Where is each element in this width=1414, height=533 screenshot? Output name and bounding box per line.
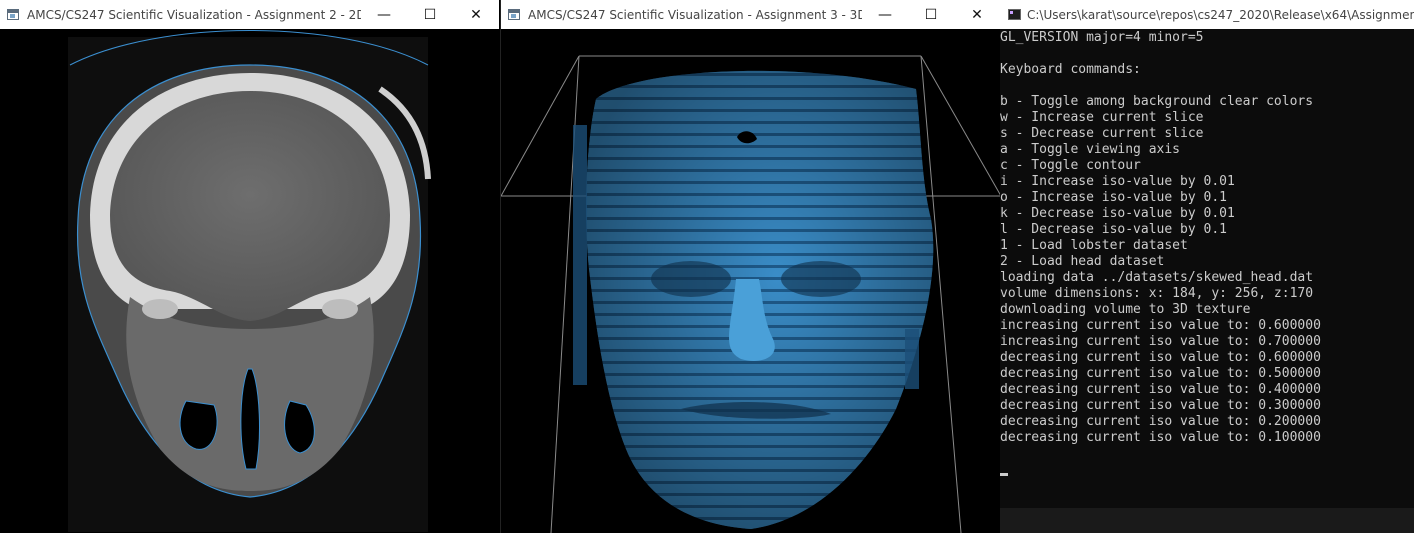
console-line: decreasing current iso value to: 0.50000… (1000, 366, 1321, 381)
console-output[interactable]: GL_VERSION major=4 minor=5 Keyboard comma… (1000, 29, 1414, 533)
console-line: o - Increase iso-value by 0.1 (1000, 190, 1227, 205)
console-line: b - Toggle among background clear colors (1000, 94, 1314, 109)
volume-viewport[interactable] (501, 29, 1000, 533)
close-button[interactable]: ✕ (954, 0, 1000, 29)
console-line: downloading volume to 3D texture (1000, 302, 1251, 317)
console-line: increasing current iso value to: 0.70000… (1000, 334, 1321, 349)
titlebar-2d[interactable]: AMCS/CS247 Scientific Visualization - As… (0, 0, 499, 29)
minimize-button[interactable]: — (361, 0, 407, 29)
minimize-button[interactable]: — (862, 0, 908, 29)
console-line: decreasing current iso value to: 0.20000… (1000, 414, 1321, 429)
console-line: i - Increase iso-value by 0.01 (1000, 174, 1235, 189)
console-line: a - Toggle viewing axis (1000, 142, 1181, 157)
window-title-3d: AMCS/CS247 Scientific Visualization - As… (528, 7, 862, 22)
console-line: decreasing current iso value to: 0.60000… (1000, 350, 1321, 365)
text-cursor (1000, 473, 1008, 476)
console-line: Keyboard commands: (1000, 62, 1141, 77)
console-line: 1 - Load lobster dataset (1000, 238, 1188, 253)
titlebar-3d[interactable]: AMCS/CS247 Scientific Visualization - As… (501, 0, 1000, 29)
console-bottom-bar (1000, 508, 1414, 533)
console-cursor-line (1000, 462, 1414, 478)
maximize-button[interactable]: ☐ (908, 0, 954, 29)
titlebar-console[interactable]: C:\Users\karat\source\repos\cs247_2020\R… (1000, 0, 1414, 29)
console-line: w - Increase current slice (1000, 110, 1204, 125)
console-line: k - Decrease iso-value by 0.01 (1000, 206, 1235, 221)
iso-surface-render (501, 55, 1000, 533)
console-line: 2 - Load head dataset (1000, 254, 1165, 269)
console-line: volume dimensions: x: 184, y: 256, z:170 (1000, 286, 1314, 301)
console-line: l - Decrease iso-value by 0.1 (1000, 222, 1227, 237)
console-line: decreasing current iso value to: 0.10000… (1000, 430, 1321, 445)
console-icon (1008, 9, 1021, 20)
app-icon (508, 9, 520, 20)
console-line: loading data ../datasets/skewed_head.dat (1000, 270, 1314, 285)
slice-viewport[interactable] (0, 29, 499, 533)
close-button[interactable]: ✕ (453, 0, 499, 29)
console-line: increasing current iso value to: 0.60000… (1000, 318, 1321, 333)
maximize-button[interactable]: ☐ (407, 0, 453, 29)
console-title: C:\Users\karat\source\repos\cs247_2020\R… (1027, 7, 1414, 22)
window-3d: AMCS/CS247 Scientific Visualization - As… (500, 0, 1000, 533)
console-window: C:\Users\karat\source\repos\cs247_2020\R… (1000, 0, 1414, 533)
app-icon (7, 9, 19, 20)
window-2d: AMCS/CS247 Scientific Visualization - As… (0, 0, 499, 533)
ct-slice-image (68, 30, 431, 532)
window-title-2d: AMCS/CS247 Scientific Visualization - As… (27, 7, 361, 22)
console-line: s - Decrease current slice (1000, 126, 1204, 141)
console-line: decreasing current iso value to: 0.40000… (1000, 382, 1321, 397)
console-line: GL_VERSION major=4 minor=5 (1000, 30, 1204, 45)
console-line: decreasing current iso value to: 0.30000… (1000, 398, 1321, 413)
console-line: c - Toggle contour (1000, 158, 1141, 173)
